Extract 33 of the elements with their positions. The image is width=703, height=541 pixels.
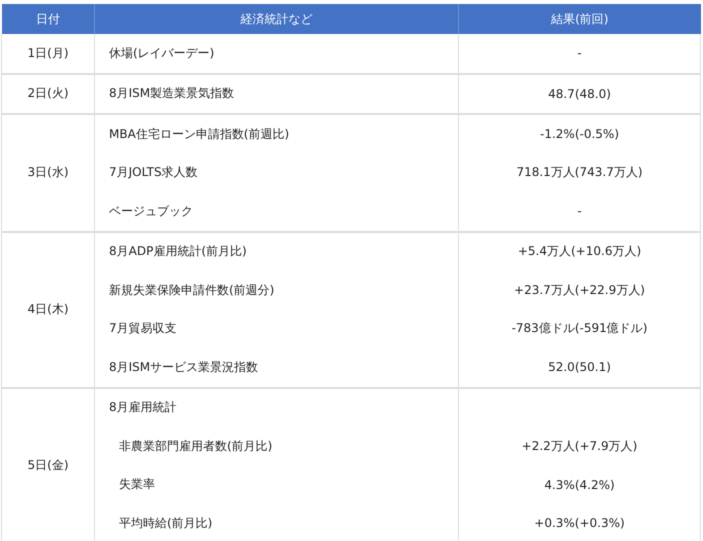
event-name: 平均時給(前月比) [118, 516, 212, 530]
result-value: - [577, 204, 582, 218]
result-value: 48.7(48.0) [548, 86, 611, 101]
column-header: 結果(前回) [458, 4, 700, 34]
event-name: 新規失業保険申請件数(前週分) [109, 282, 274, 297]
event-name: 休場(レイバーデー) [109, 46, 214, 60]
column-header: 日付 [2, 4, 94, 34]
result-value: +2.2万人(+7.9万人) [522, 438, 638, 453]
event-name: 8月ADP雇用統計(前月比) [109, 244, 247, 258]
result-value: 718.1万人(743.7万人) [516, 165, 643, 180]
result-value: +0.3%(+0.3%) [534, 516, 625, 530]
result-value: 52.0(50.1) [548, 360, 611, 374]
date-cell: 2日(火) [2, 74, 94, 114]
result-value: -783億ドル(-591億ドル) [512, 321, 648, 336]
result-value: - [577, 46, 582, 60]
result-value: 4.3%(4.2%) [544, 478, 615, 492]
result-value: +5.4万人(+10.6万人) [518, 244, 642, 258]
event-name: MBA住宅ローン申請指数(前週比) [109, 126, 290, 141]
event-name: 8月ISMサービス業景況指数 [109, 360, 258, 374]
event-name: ベージュブック [109, 204, 193, 218]
event-name: 7月JOLTS求人数 [109, 165, 198, 180]
event-name: 非農業部門雇用者数(前月比) [118, 438, 272, 453]
date-cell: 1日(月) [2, 34, 94, 74]
event-name: 失業率 [118, 477, 155, 492]
event-name: 8月雇用統計 [109, 400, 177, 414]
event-name: 8月ISM製造業景気指数 [109, 86, 234, 100]
date-cell: 4日(木) [2, 232, 94, 388]
column-header: 経済統計など [94, 4, 458, 34]
result-value: +23.7万人(+22.9万人) [514, 282, 645, 297]
date-cell: 3日(水) [2, 114, 94, 232]
result-value: -1.2%(-0.5%) [540, 127, 619, 142]
date-cell: 5日(金) [2, 388, 94, 541]
event-name: 7月貿易収支 [109, 321, 177, 336]
